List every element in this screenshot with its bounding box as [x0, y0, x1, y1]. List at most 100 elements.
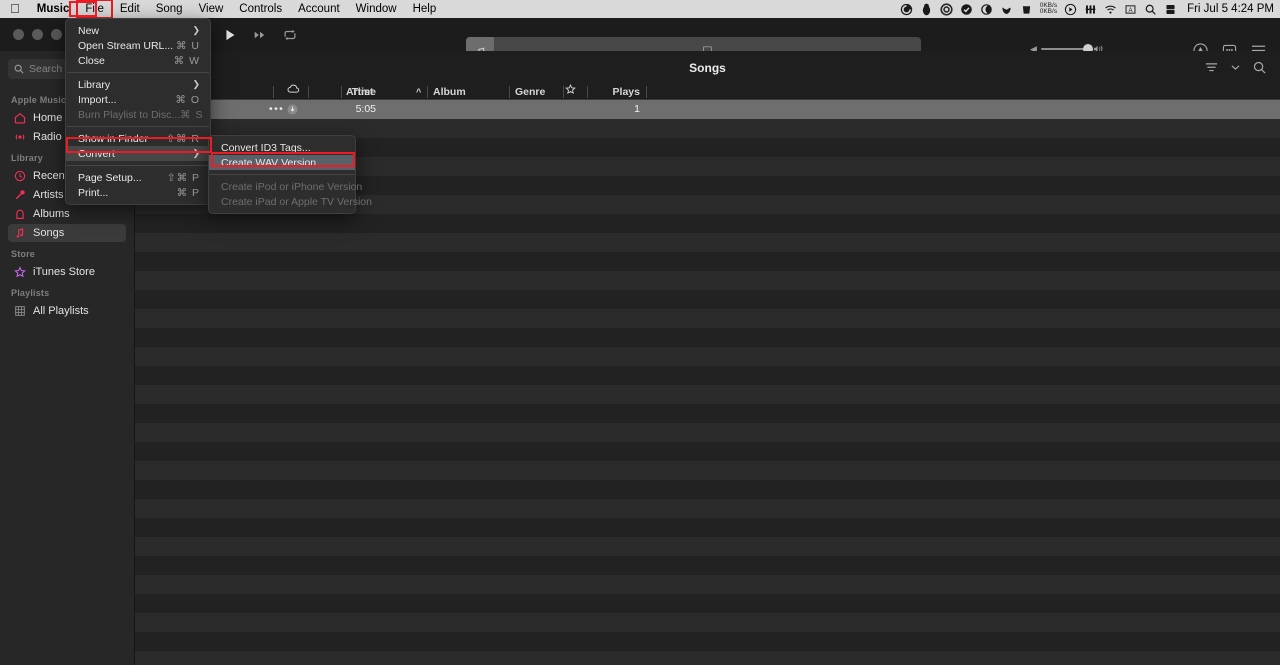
file-menu-item-page-setup[interactable]: Page Setup... ⇧⌘ P	[66, 170, 210, 185]
menu-item-label: Library	[78, 78, 111, 91]
table-row-empty[interactable]	[135, 575, 1280, 594]
file-menu-item-convert[interactable]: Convert ❯	[66, 146, 210, 161]
sidebar-item-label: Albums	[33, 208, 70, 220]
content-header-actions	[1205, 61, 1266, 74]
menu-item-label: Create iPad or Apple TV Version	[221, 195, 372, 208]
table-row-empty[interactable]	[135, 328, 1280, 347]
microphone-icon	[15, 190, 25, 200]
sidebar-item-itunes-store[interactable]: iTunes Store	[8, 263, 126, 281]
table-row-empty[interactable]	[135, 233, 1280, 252]
penguin-icon[interactable]	[920, 3, 933, 16]
column-divider	[308, 86, 309, 98]
network-speed-indicator[interactable]: 0KB/s 0KB/s	[1040, 2, 1057, 16]
minimize-button[interactable]	[32, 29, 43, 40]
table-row-empty[interactable]	[135, 423, 1280, 442]
search-icon[interactable]	[1253, 61, 1266, 74]
menu-account[interactable]: Account	[290, 0, 348, 18]
file-menu-item-show-in-finder[interactable]: Show in Finder ⇧⌘ R	[66, 131, 210, 146]
sidebar-item-label: Artists	[33, 189, 64, 201]
table-row-empty[interactable]	[135, 404, 1280, 423]
row-plays: 1	[634, 103, 640, 115]
cloud-column-header[interactable]	[287, 84, 300, 100]
file-menu-item-open-stream-url[interactable]: Open Stream URL... ⌘ U	[66, 38, 210, 53]
sidebar-item-songs[interactable]: Songs	[8, 224, 126, 242]
menu-item-label: New	[78, 24, 100, 37]
table-row[interactable]: ••• 5:05 1	[135, 100, 1280, 119]
sidebar-item-all-playlists[interactable]: All Playlists	[8, 302, 126, 320]
file-menu-item-new[interactable]: New ❯	[66, 23, 210, 38]
clockwise-arrow-icon[interactable]	[900, 3, 913, 16]
menu-music[interactable]: Music	[29, 0, 78, 18]
sort-filter-icon[interactable]	[1205, 62, 1218, 73]
close-button[interactable]	[13, 29, 24, 40]
zoom-button[interactable]	[51, 29, 62, 40]
table-row-empty[interactable]	[135, 632, 1280, 651]
menu-item-label: Create iPod or iPhone Version	[221, 180, 363, 193]
artist-column-header[interactable]: Artist	[346, 84, 373, 100]
table-row-empty[interactable]	[135, 385, 1280, 404]
table-row-empty[interactable]	[135, 499, 1280, 518]
wifi-icon[interactable]	[1104, 3, 1117, 16]
play-circle-icon[interactable]	[1064, 3, 1077, 16]
table-row-empty[interactable]	[135, 537, 1280, 556]
album-column-header[interactable]: Album	[433, 84, 466, 100]
menu-bar-clock[interactable]: Fri Jul 5 4:24 PM	[1187, 3, 1274, 15]
download-arrow-icon[interactable]	[1000, 3, 1013, 16]
table-row-empty[interactable]	[135, 271, 1280, 290]
table-row-empty[interactable]	[135, 518, 1280, 537]
table-row-empty[interactable]	[135, 347, 1280, 366]
table-row-empty[interactable]	[135, 252, 1280, 271]
table-row-empty[interactable]	[135, 461, 1280, 480]
convert-submenu-item-convert-id3-tags[interactable]: Convert ID3 Tags...	[209, 140, 355, 155]
menu-controls[interactable]: Controls	[231, 0, 290, 18]
table-row-empty[interactable]	[135, 651, 1280, 665]
genre-column-header[interactable]: Genre	[515, 84, 545, 100]
file-menu-item-library[interactable]: Library ❯	[66, 77, 210, 92]
table-row-empty[interactable]	[135, 480, 1280, 499]
table-row-empty[interactable]	[135, 214, 1280, 233]
file-menu-item-print[interactable]: Print... ⌘ P	[66, 185, 210, 200]
volume-slider[interactable]	[1040, 44, 1093, 54]
keyboard-icon[interactable]	[1084, 3, 1097, 16]
column-divider	[563, 86, 564, 98]
menu-view[interactable]: View	[191, 0, 232, 18]
sidebar-item-label: Home	[33, 112, 63, 124]
convert-submenu-item-create-ipod-or-iphone-version: Create iPod or iPhone Version	[209, 179, 362, 194]
row-more-icon[interactable]: •••	[269, 100, 284, 119]
chevron-down-icon[interactable]	[1231, 64, 1240, 71]
spotlight-search-icon[interactable]	[1144, 3, 1157, 16]
menu-window[interactable]: Window	[348, 0, 405, 18]
download-cloud-icon[interactable]	[287, 104, 298, 115]
menu-separator	[67, 126, 209, 127]
plays-column-header[interactable]: Plays	[575, 84, 640, 100]
menu-help[interactable]: Help	[405, 0, 445, 18]
table-row-empty[interactable]	[135, 594, 1280, 613]
menu-song[interactable]: Song	[148, 0, 191, 18]
menu-edit[interactable]: Edit	[112, 0, 148, 18]
column-divider	[509, 86, 510, 98]
submenu-arrow-icon: ❯	[192, 79, 200, 89]
file-menu-item-close[interactable]: Close ⌘ W	[66, 53, 210, 68]
apple-logo-icon[interactable]: 	[0, 0, 29, 18]
table-row-empty[interactable]	[135, 442, 1280, 461]
repeat-icon[interactable]	[282, 28, 298, 42]
table-row-empty[interactable]	[135, 366, 1280, 385]
input-source-icon[interactable]: A	[1124, 3, 1137, 16]
fast-forward-icon[interactable]	[252, 28, 268, 42]
convert-submenu-item-create-wav-version[interactable]: Create WAV Version	[209, 155, 355, 170]
file-menu-item-import[interactable]: Import... ⌘ O	[66, 92, 210, 107]
play-icon[interactable]	[222, 28, 238, 42]
table-row-empty[interactable]	[135, 309, 1280, 328]
checkmark-circle-icon[interactable]	[960, 3, 973, 16]
table-row-empty[interactable]	[135, 556, 1280, 575]
sidebar-item-albums[interactable]: Albums	[8, 205, 126, 223]
moon-circle-icon[interactable]	[980, 3, 993, 16]
bucket-icon[interactable]	[1020, 3, 1033, 16]
table-row-empty[interactable]	[135, 613, 1280, 632]
search-icon	[14, 64, 24, 74]
clock-icon	[14, 170, 26, 182]
menu-file[interactable]: File	[76, 0, 113, 19]
table-row-empty[interactable]	[135, 290, 1280, 309]
control-center-icon[interactable]	[1164, 3, 1177, 16]
spiral-icon[interactable]	[940, 2, 953, 16]
